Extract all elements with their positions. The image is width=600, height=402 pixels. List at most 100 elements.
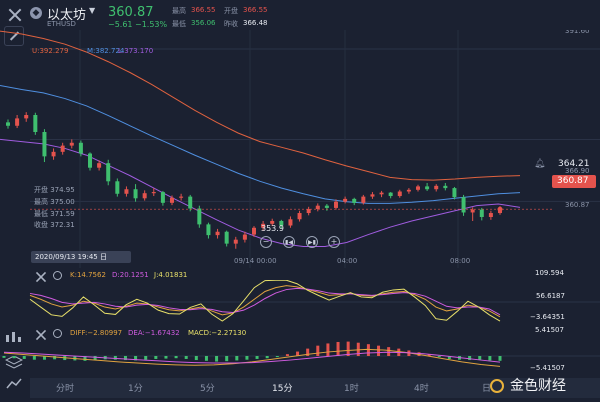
macd-bar bbox=[215, 356, 219, 362]
tab-1[interactable]: 分时 bbox=[56, 381, 74, 394]
macd-bar bbox=[336, 341, 340, 356]
candle bbox=[397, 189, 402, 198]
macd-bar bbox=[498, 356, 502, 361]
cursor-time: 2020/09/13 19:45 日 bbox=[35, 253, 107, 261]
macd-bar bbox=[184, 356, 188, 359]
candle bbox=[69, 139, 74, 149]
close-icon[interactable] bbox=[8, 8, 22, 22]
zoom-in-button[interactable]: + bbox=[328, 236, 340, 248]
quote-header: ◆ 以太坊 ▼ ETHUSD 360.87 −5.61 −1.53% 最高 36… bbox=[0, 0, 600, 30]
macd-bar bbox=[265, 356, 269, 359]
macd-bar bbox=[316, 345, 320, 356]
ethereum-icon: ◆ bbox=[30, 7, 42, 19]
macd-bar bbox=[488, 356, 492, 361]
last-price-tag-text: 360.87 bbox=[557, 176, 589, 186]
zoom-out-button[interactable]: − bbox=[260, 236, 272, 248]
candle bbox=[24, 112, 29, 122]
macd-bar bbox=[437, 356, 441, 358]
skip-back-icon: ▮◀ bbox=[285, 239, 293, 246]
macd-bar bbox=[366, 344, 370, 356]
macd-bar bbox=[468, 356, 472, 361]
tab-4[interactable]: 15分 bbox=[272, 381, 292, 394]
low-value: 356.06 bbox=[191, 19, 216, 27]
candle bbox=[160, 190, 165, 206]
macd-bar bbox=[194, 356, 198, 361]
candle bbox=[115, 178, 120, 197]
macd-bar bbox=[346, 341, 350, 356]
kdj-chart bbox=[29, 280, 600, 322]
low-price-callout: 353.9 bbox=[261, 224, 284, 233]
candle bbox=[324, 203, 329, 211]
macd-bar bbox=[255, 356, 259, 359]
jump-end-button[interactable]: ▶▮ bbox=[306, 236, 318, 248]
macd-bar bbox=[235, 356, 239, 361]
tab-3[interactable]: 5分 bbox=[200, 381, 215, 394]
kdj-j-label: J:4.01831 bbox=[154, 271, 188, 279]
candlestick-chart[interactable]: 391.60366.90360.8709/14 00:00 04:00 08:00 bbox=[0, 30, 600, 268]
candle bbox=[388, 192, 393, 199]
candle bbox=[479, 207, 484, 221]
kdj-settings-icon[interactable] bbox=[53, 271, 62, 280]
macd-bar bbox=[225, 356, 229, 362]
compare-button[interactable] bbox=[5, 376, 23, 392]
macd-bar bbox=[478, 356, 482, 360]
ohlc-low: 最低 371.59 bbox=[34, 210, 75, 218]
candle bbox=[6, 119, 10, 129]
macd-bar bbox=[174, 356, 178, 359]
band-line-m bbox=[0, 85, 521, 204]
macd-bar bbox=[204, 356, 208, 361]
candle bbox=[443, 183, 448, 191]
tab-2[interactable]: 1分 bbox=[128, 381, 143, 394]
candle bbox=[88, 152, 92, 171]
x-tick-label: 09/14 00:00 bbox=[234, 257, 277, 265]
macd-bar bbox=[387, 347, 391, 356]
plus-icon: + bbox=[330, 237, 338, 246]
ohlc-open: 开盘 374.95 bbox=[34, 186, 75, 194]
candle bbox=[352, 197, 357, 206]
candle bbox=[306, 206, 311, 216]
high-label: 最高 bbox=[172, 7, 186, 15]
candle bbox=[297, 210, 302, 222]
jump-start-button[interactable]: ▮◀ bbox=[283, 236, 295, 248]
upper-band-label: U:392.279 bbox=[32, 47, 69, 55]
x-tick-label: 08:00 bbox=[450, 257, 470, 265]
candle bbox=[452, 186, 457, 200]
macd-bar bbox=[93, 356, 97, 361]
candle bbox=[343, 196, 348, 204]
macd-line-diff bbox=[3, 348, 501, 367]
kdj-axis-top: 109.594 bbox=[535, 269, 564, 277]
macd-bar bbox=[245, 356, 249, 360]
macd-bar bbox=[32, 356, 36, 360]
candle bbox=[188, 194, 193, 212]
minus-icon: − bbox=[262, 237, 270, 246]
high-value: 366.55 bbox=[191, 6, 216, 14]
candle bbox=[60, 142, 65, 155]
candle bbox=[206, 222, 211, 239]
x-tick-label: 04:00 bbox=[337, 257, 357, 265]
candle bbox=[142, 190, 147, 201]
ohlc-high: 最高 375.00 bbox=[34, 198, 75, 206]
symbol-code: ETHUSD bbox=[47, 20, 76, 28]
macd-bar bbox=[2, 356, 6, 358]
open-value: 366.55 bbox=[243, 6, 268, 14]
cursor-time-box: 2020/09/13 19:45 日 bbox=[31, 251, 131, 263]
candle bbox=[42, 129, 47, 163]
y-tick-label: 391.60 bbox=[565, 30, 590, 35]
tab-6[interactable]: 4时 bbox=[414, 381, 429, 394]
tab-5[interactable]: 1时 bbox=[344, 381, 359, 394]
bell-icon[interactable]: 🔔︎ bbox=[534, 159, 545, 169]
macd-bar bbox=[12, 356, 16, 359]
ohlc-close: 收盘 372.31 bbox=[34, 221, 75, 229]
macd-axis-top: 5.41507 bbox=[535, 326, 564, 334]
candle bbox=[488, 210, 493, 220]
macd-bar bbox=[154, 356, 158, 359]
band-line-u bbox=[0, 30, 521, 181]
band-line-l bbox=[0, 138, 521, 247]
kdj-d-label: D:20.1251 bbox=[112, 271, 149, 279]
prev-close-label: 昨收 bbox=[224, 20, 238, 28]
skip-forward-icon: ▶▮ bbox=[308, 239, 316, 246]
chevron-down-icon[interactable]: ▼ bbox=[89, 6, 95, 15]
prev-close-value: 366.48 bbox=[243, 19, 268, 27]
candle bbox=[51, 148, 56, 160]
low-label: 最低 bbox=[172, 20, 186, 28]
